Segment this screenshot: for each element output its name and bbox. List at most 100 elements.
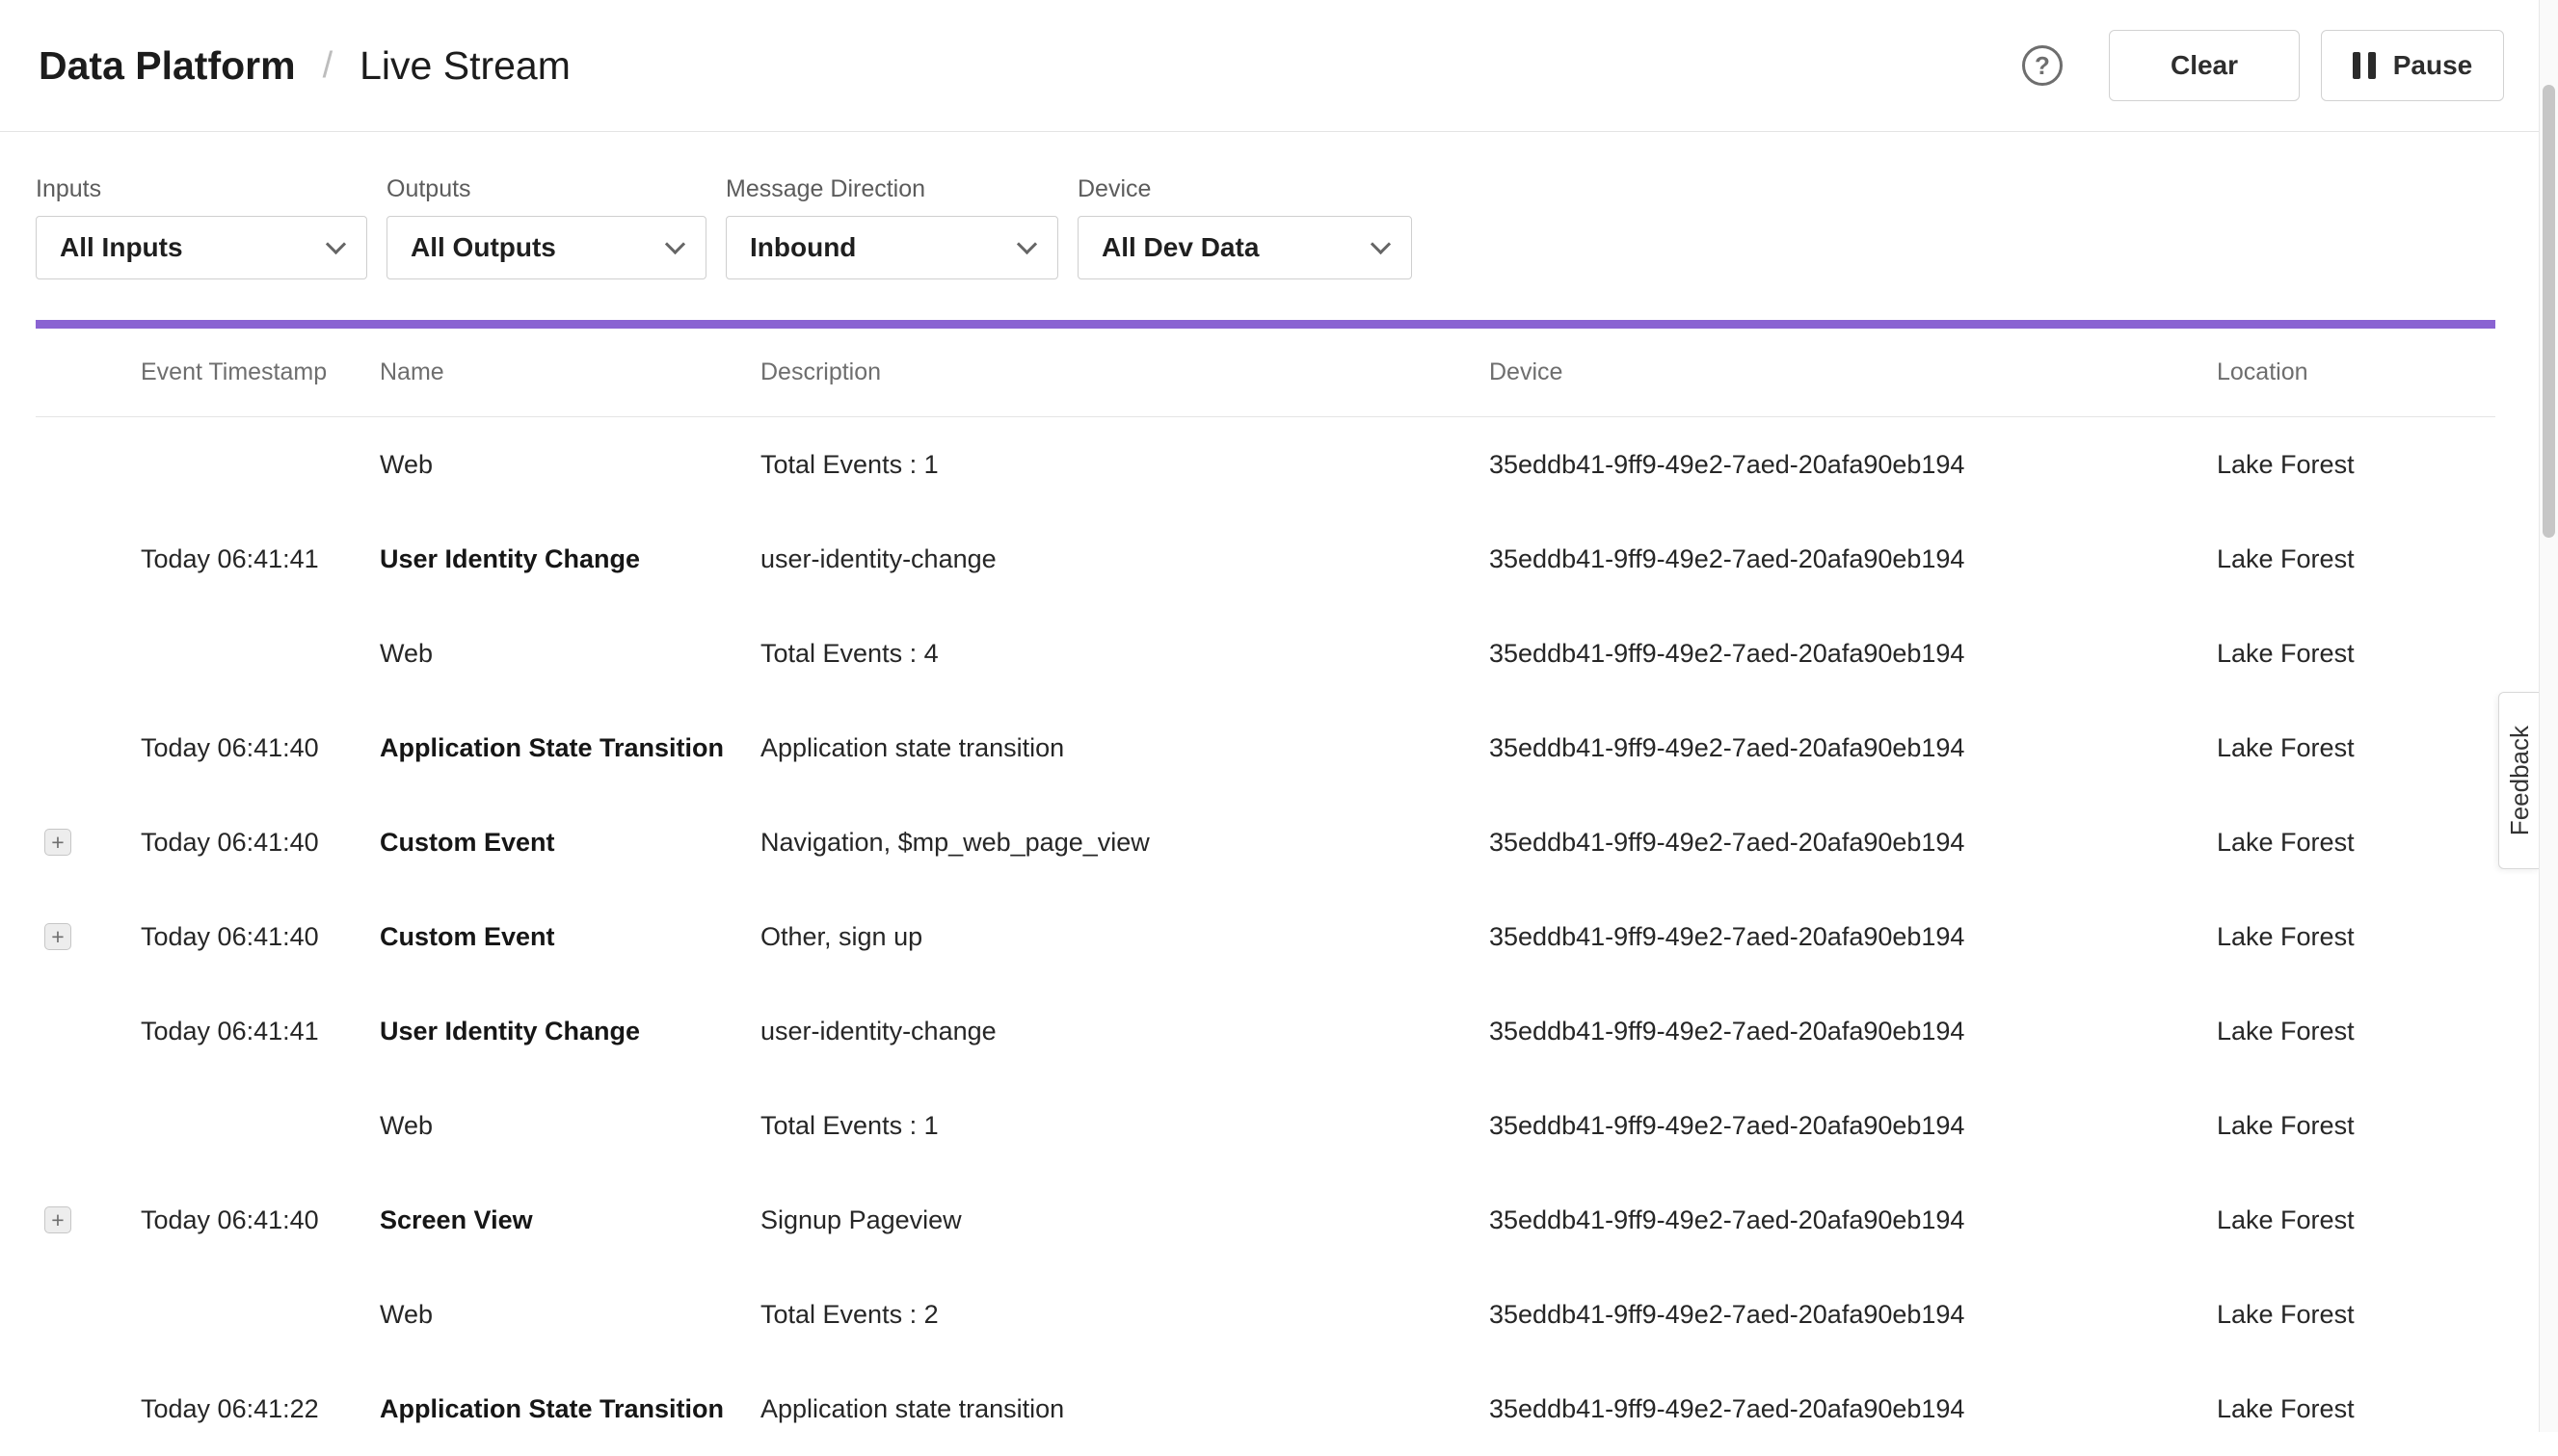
event-name-cell: Application State Transition <box>380 733 760 763</box>
help-icon[interactable]: ? <box>2022 45 2063 86</box>
event-location-cell: Lake Forest <box>2217 1205 2460 1235</box>
event-description-cell: user-identity-change <box>760 1017 1489 1046</box>
table-row[interactable]: + Web Total Events : 1 35eddb41-9ff9-49e… <box>36 417 2495 512</box>
inputs-dropdown[interactable]: All Inputs <box>36 216 367 279</box>
column-header-description: Description <box>760 358 1489 386</box>
header-controls: ? Clear Pause <box>2022 30 2504 101</box>
pause-button-label: Pause <box>2393 50 2473 81</box>
event-device-cell: 35eddb41-9ff9-49e2-7aed-20afa90eb194 <box>1489 1111 2217 1141</box>
chevron-down-icon <box>665 233 685 253</box>
column-header-event-timestamp: Event Timestamp <box>141 358 380 386</box>
event-device-cell: 35eddb41-9ff9-49e2-7aed-20afa90eb194 <box>1489 1300 2217 1330</box>
event-description-cell: Application state transition <box>760 733 1489 763</box>
scrollbar-track[interactable] <box>2539 0 2558 1432</box>
table-row[interactable]: + Web Total Events : 4 35eddb41-9ff9-49e… <box>36 606 2495 701</box>
outputs-dropdown[interactable]: All Outputs <box>386 216 706 279</box>
event-location-cell: Lake Forest <box>2217 733 2460 763</box>
table-row[interactable]: + Today 06:41:40 Custom Event Navigation… <box>36 795 2495 889</box>
message-direction-dropdown-value: Inbound <box>750 232 856 263</box>
table-row[interactable]: + Today 06:41:40 Application State Trans… <box>36 701 2495 795</box>
event-location-cell: Lake Forest <box>2217 639 2460 669</box>
event-timestamp-cell: Today 06:41:40 <box>141 1205 380 1235</box>
page-title: Live Stream <box>360 43 571 89</box>
filter-device-label: Device <box>1078 175 1412 204</box>
event-device-cell: 35eddb41-9ff9-49e2-7aed-20afa90eb194 <box>1489 1017 2217 1046</box>
pause-icon <box>2353 52 2376 79</box>
event-location-cell: Lake Forest <box>2217 1017 2460 1046</box>
device-dropdown-value: All Dev Data <box>1102 232 1259 263</box>
table-row[interactable]: + Web Total Events : 2 35eddb41-9ff9-49e… <box>36 1267 2495 1362</box>
column-header-location: Location <box>2217 358 2460 386</box>
filter-message-direction-label: Message Direction <box>726 175 1058 204</box>
event-timestamp-cell: Today 06:41:41 <box>141 544 380 574</box>
chevron-down-icon <box>1371 233 1391 253</box>
event-name-cell: User Identity Change <box>380 1017 760 1046</box>
event-timestamp-cell: Today 06:41:41 <box>141 1017 380 1046</box>
event-name-cell: Web <box>380 450 760 480</box>
event-location-cell: Lake Forest <box>2217 922 2460 952</box>
event-device-cell: 35eddb41-9ff9-49e2-7aed-20afa90eb194 <box>1489 1394 2217 1424</box>
table-body: + Web Total Events : 1 35eddb41-9ff9-49e… <box>36 417 2495 1456</box>
expand-cell: + <box>36 1112 141 1139</box>
table-row[interactable]: + Today 06:41:22 Application State Trans… <box>36 1362 2495 1456</box>
event-description-cell: user-identity-change <box>760 544 1489 574</box>
clear-button[interactable]: Clear <box>2109 30 2300 101</box>
table-row[interactable]: + Today 06:41:40 Custom Event Other, sig… <box>36 889 2495 984</box>
filter-outputs-label: Outputs <box>386 175 706 204</box>
event-timestamp-cell: Today 06:41:40 <box>141 733 380 763</box>
expand-cell: + <box>36 923 141 950</box>
expand-cell: + <box>36 1395 141 1422</box>
event-location-cell: Lake Forest <box>2217 1300 2460 1330</box>
scrollbar-thumb[interactable] <box>2543 85 2555 538</box>
expand-row-button[interactable]: + <box>44 1206 71 1233</box>
table-row[interactable]: + Today 06:41:41 User Identity Change us… <box>36 984 2495 1078</box>
expand-cell: + <box>36 451 141 478</box>
filter-bar: Inputs All Inputs Outputs All Outputs Me… <box>0 132 2558 279</box>
expand-row-button[interactable]: + <box>44 923 71 950</box>
chevron-down-icon <box>1017 233 1037 253</box>
event-location-cell: Lake Forest <box>2217 828 2460 858</box>
chevron-down-icon <box>326 233 346 253</box>
event-device-cell: 35eddb41-9ff9-49e2-7aed-20afa90eb194 <box>1489 450 2217 480</box>
event-name-cell: Custom Event <box>380 922 760 952</box>
event-location-cell: Lake Forest <box>2217 544 2460 574</box>
pause-button[interactable]: Pause <box>2321 30 2504 101</box>
expand-cell: + <box>36 1301 141 1328</box>
event-device-cell: 35eddb41-9ff9-49e2-7aed-20afa90eb194 <box>1489 1205 2217 1235</box>
expand-cell: + <box>36 829 141 856</box>
device-dropdown[interactable]: All Dev Data <box>1078 216 1412 279</box>
event-description-cell: Application state transition <box>760 1394 1489 1424</box>
breadcrumb-section[interactable]: Data Platform <box>39 43 296 89</box>
inputs-dropdown-value: All Inputs <box>60 232 183 263</box>
event-device-cell: 35eddb41-9ff9-49e2-7aed-20afa90eb194 <box>1489 544 2217 574</box>
event-name-cell: User Identity Change <box>380 544 760 574</box>
event-name-cell: Web <box>380 1111 760 1141</box>
message-direction-dropdown[interactable]: Inbound <box>726 216 1058 279</box>
event-name-cell: Custom Event <box>380 828 760 858</box>
breadcrumb-separator: / <box>323 45 333 87</box>
event-name-cell: Web <box>380 1300 760 1330</box>
event-device-cell: 35eddb41-9ff9-49e2-7aed-20afa90eb194 <box>1489 828 2217 858</box>
event-name-cell: Screen View <box>380 1205 760 1235</box>
page-header: Data Platform / Live Stream ? Clear Paus… <box>0 0 2558 132</box>
expand-cell: + <box>36 640 141 667</box>
event-description-cell: Signup Pageview <box>760 1205 1489 1235</box>
table-row[interactable]: + Today 06:41:41 User Identity Change us… <box>36 512 2495 606</box>
column-header-device: Device <box>1489 358 2217 386</box>
outputs-dropdown-value: All Outputs <box>411 232 556 263</box>
breadcrumb: Data Platform / Live Stream <box>39 43 571 89</box>
event-description-cell: Other, sign up <box>760 922 1489 952</box>
event-location-cell: Lake Forest <box>2217 1394 2460 1424</box>
table-header-row: Event Timestamp Name Description Device … <box>36 329 2495 417</box>
event-description-cell: Navigation, $mp_web_page_view <box>760 828 1489 858</box>
table-row[interactable]: + Today 06:41:40 Screen View Signup Page… <box>36 1173 2495 1267</box>
expand-cell: + <box>36 1206 141 1233</box>
filter-outputs: Outputs All Outputs <box>386 175 706 279</box>
feedback-tab[interactable]: Feedback <box>2498 692 2541 869</box>
table-row[interactable]: + Web Total Events : 1 35eddb41-9ff9-49e… <box>36 1078 2495 1173</box>
expand-row-button[interactable]: + <box>44 829 71 856</box>
filter-inputs: Inputs All Inputs <box>36 175 367 279</box>
filter-message-direction: Message Direction Inbound <box>726 175 1058 279</box>
event-device-cell: 35eddb41-9ff9-49e2-7aed-20afa90eb194 <box>1489 922 2217 952</box>
event-device-cell: 35eddb41-9ff9-49e2-7aed-20afa90eb194 <box>1489 733 2217 763</box>
